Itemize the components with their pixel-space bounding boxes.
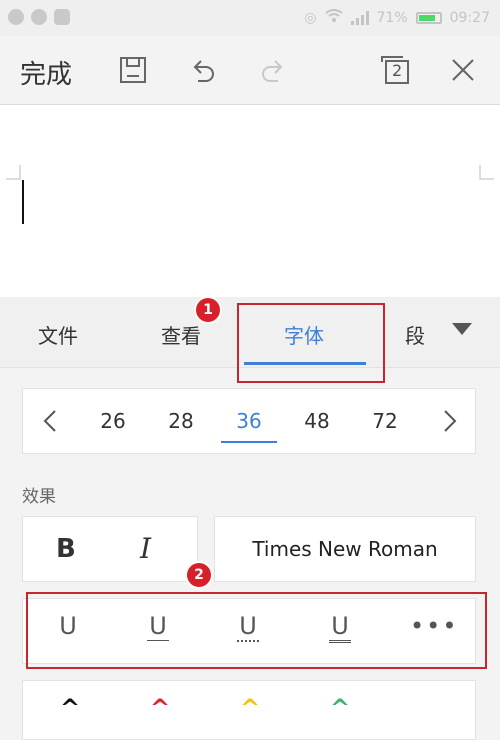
image-notification-icon (54, 9, 70, 25)
undo-icon[interactable] (186, 53, 220, 87)
app-notification-icon (8, 9, 24, 25)
bold-italic-card (22, 516, 198, 582)
page-corner-mark (479, 165, 494, 180)
signal-icon (350, 11, 369, 25)
italic-button[interactable]: I (140, 532, 151, 565)
battery-percent: 71% (376, 10, 408, 26)
font-size-option[interactable]: 26 (88, 409, 138, 433)
status-right: ◎ 71% 09:27 (304, 8, 490, 28)
font-size-option-selected[interactable]: 36 (224, 409, 274, 433)
battery-icon (415, 12, 442, 24)
tab-paragraph[interactable]: 段 (405, 320, 425, 349)
font-size-option[interactable]: 48 (292, 409, 342, 433)
app-notification-icon (31, 9, 47, 25)
page-count: 2 (392, 61, 403, 80)
tab-file[interactable]: 文件 (38, 320, 78, 349)
font-family-button[interactable]: Times New Roman (214, 516, 476, 582)
annotation-box-underline (26, 592, 487, 669)
effects-label: 效果 (22, 487, 56, 507)
annotation-badge-1: 1 (196, 298, 220, 322)
tab-view[interactable]: 查看 (161, 320, 201, 349)
pages-icon[interactable]: 2 (378, 53, 412, 87)
chevron-down-icon[interactable] (452, 323, 472, 335)
selected-size-indicator (221, 441, 277, 443)
font-color-green-button[interactable]: ^ (330, 694, 350, 722)
font-size-option[interactable]: 28 (156, 409, 206, 433)
editor-toolbar (0, 36, 500, 105)
document-canvas[interactable] (0, 105, 500, 297)
font-size-option[interactable]: 72 (360, 409, 410, 433)
text-cursor (22, 180, 24, 224)
close-icon[interactable] (446, 53, 480, 87)
chevron-right-icon[interactable] (436, 408, 462, 434)
font-color-black-button[interactable]: ^ (60, 694, 80, 722)
font-color-yellow-button[interactable]: ^ (240, 694, 260, 722)
font-color-red-button[interactable]: ^ (150, 694, 170, 722)
annotation-box-font-tab (237, 303, 385, 383)
clock: 09:27 (449, 10, 490, 26)
wifi-icon (324, 9, 343, 27)
bold-button[interactable]: B (56, 534, 76, 564)
done-button[interactable]: 完成 (20, 54, 72, 91)
status-bar: ◎ 71% 09:27 (0, 0, 500, 36)
redo-icon[interactable] (256, 53, 290, 87)
alarm-icon: ◎ (304, 10, 317, 26)
annotation-badge-2: 2 (187, 563, 211, 587)
save-icon[interactable] (116, 53, 150, 87)
chevron-left-icon[interactable] (38, 408, 64, 434)
